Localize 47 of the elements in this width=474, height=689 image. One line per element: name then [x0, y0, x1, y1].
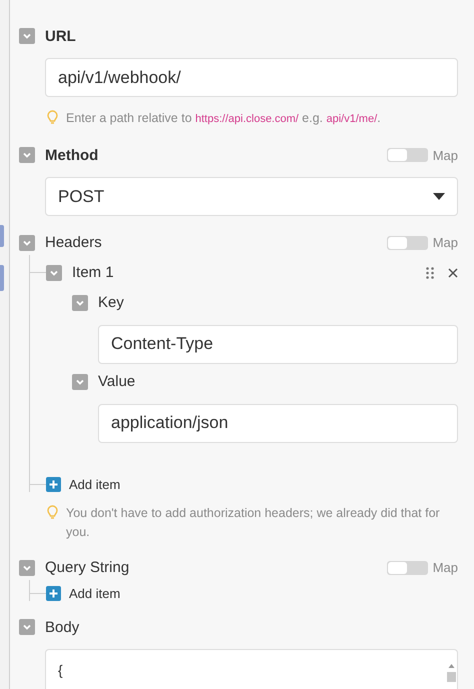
lightbulb-icon — [47, 504, 58, 520]
map-toggle[interactable] — [386, 148, 428, 162]
collapse-toggle[interactable] — [46, 264, 62, 280]
field-label: Value — [98, 373, 136, 390]
hint-link[interactable]: https://api.close.com/ — [195, 113, 299, 125]
collapse-toggle[interactable] — [19, 619, 35, 635]
hint-text: You don't have to add authorization headers; we already did that for you. — [66, 504, 441, 541]
collapse-toggle[interactable] — [72, 294, 88, 310]
side-tab-marker[interactable] — [0, 265, 4, 291]
hint-text: Enter a path relative to https://api.close.com/ e.g. api/v1/me/. — [66, 110, 381, 127]
chevron-icon — [22, 622, 32, 632]
method-dropdown[interactable]: POST — [45, 177, 458, 216]
code-text: { — [58, 662, 63, 680]
caret-icon — [433, 193, 445, 200]
add-item-button[interactable]: Add item — [46, 476, 120, 492]
collapse-toggle[interactable] — [19, 147, 35, 164]
text-field[interactable]: Content-Type — [98, 324, 458, 364]
field-label: Key — [98, 294, 125, 311]
map-label: Map — [432, 235, 458, 250]
collapse-toggle[interactable] — [19, 560, 35, 576]
map-toggle[interactable] — [386, 236, 428, 250]
collapse-toggle[interactable] — [19, 234, 35, 250]
url-field[interactable]: api/v1/webhook/ — [45, 58, 458, 97]
hint-link[interactable]: api/v1/me/ — [326, 113, 378, 125]
field-label: URL — [45, 28, 77, 44]
side-tab-marker[interactable] — [0, 225, 4, 247]
collapse-toggle[interactable] — [19, 28, 35, 44]
chevron-icon — [22, 150, 32, 160]
field-label: Method — [45, 146, 100, 164]
drag-handle-icon[interactable] — [426, 266, 434, 278]
plus-icon — [49, 480, 58, 488]
plus-icon — [49, 588, 58, 598]
add-item-button[interactable]: Add item — [46, 586, 120, 601]
map-toggle[interactable] — [386, 560, 428, 575]
body-editor[interactable]: { — [45, 649, 458, 689]
collapse-toggle[interactable] — [72, 374, 88, 390]
map-label: Map — [432, 148, 458, 163]
map-label: Map — [432, 560, 458, 576]
text-field[interactable]: application/json — [98, 404, 458, 442]
item-label: Item 1 — [72, 264, 115, 281]
chevron-icon — [22, 31, 32, 41]
lightbulb-icon — [47, 110, 58, 126]
scrollbar-drawing[interactable] — [446, 662, 456, 682]
field-label: Query String — [45, 559, 130, 576]
field-label: Body — [45, 618, 80, 636]
close-icon[interactable] — [448, 268, 458, 278]
field-label: Headers — [45, 234, 103, 251]
